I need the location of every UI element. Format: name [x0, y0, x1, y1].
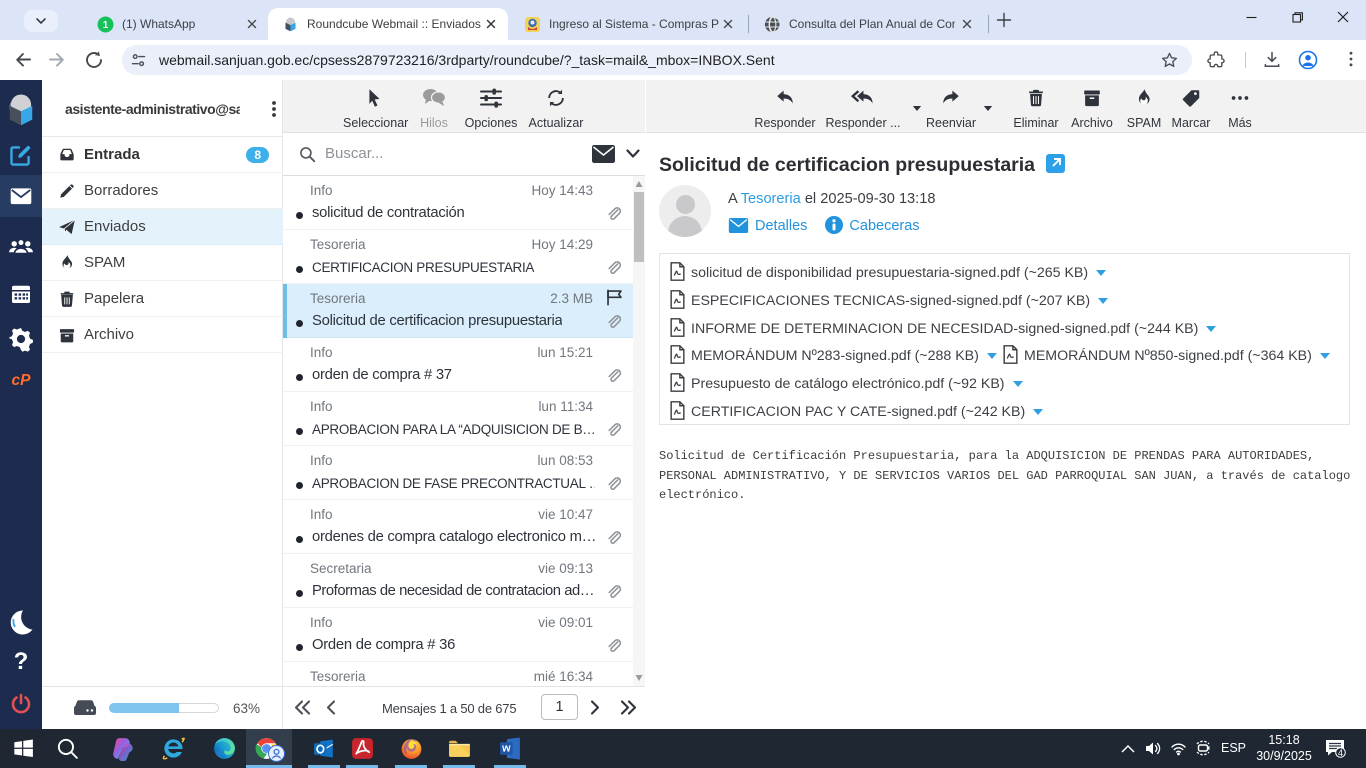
svg-text:4: 4 — [1338, 748, 1343, 758]
svg-text:1: 1 — [103, 20, 109, 31]
